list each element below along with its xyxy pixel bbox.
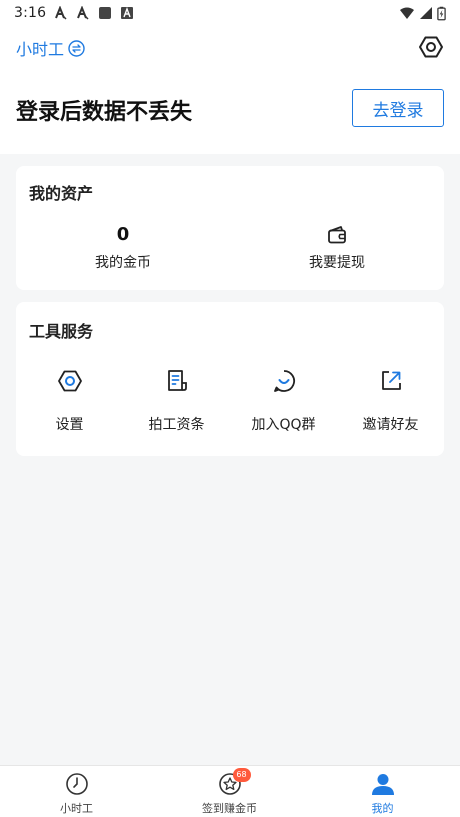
signal-icon [420, 7, 432, 19]
tool-invite[interactable]: 邀请好友 [337, 368, 444, 434]
notification-a-icon [55, 6, 67, 20]
payslip-icon [167, 370, 187, 391]
tab-mine[interactable]: 我的 [306, 766, 459, 817]
login-prompt: 登录后数据不丢失 [16, 100, 193, 125]
tab-label: 我的 [371, 802, 394, 815]
share-icon [381, 371, 401, 390]
tools-title: 工具服务 [29, 322, 94, 341]
coin-label: 我的金币 [95, 255, 151, 271]
header-section: 小时工 登录后数据不丢失 去登录 [0, 26, 460, 154]
withdraw-label: 我要提现 [309, 255, 365, 271]
tool-label: 加入QQ群 [251, 417, 316, 433]
tool-label: 邀请好友 [362, 417, 419, 433]
checkin-icon-wrap: 68 [218, 768, 251, 796]
coin-value: 0 [116, 224, 130, 245]
status-bar: 3:16 [0, 0, 460, 26]
assets-title: 我的资产 [29, 184, 94, 203]
bottom-tab-bar: 小时工 68 签到赚金币 我的 [0, 765, 460, 817]
tool-payslip[interactable]: 拍工资条 [123, 368, 230, 434]
tab-hourly-work[interactable]: 小时工 [0, 766, 153, 817]
login-button[interactable]: 去登录 [352, 89, 444, 127]
notification-square-icon [99, 7, 112, 19]
tool-qq-group[interactable]: 加入QQ群 [230, 368, 337, 434]
withdraw-item[interactable]: 我要提现 [230, 224, 444, 272]
tool-label: 设置 [55, 417, 84, 433]
assets-card: 我的资产 0 我的金币 我要提现 [16, 166, 444, 290]
battery-icon [437, 6, 446, 20]
notification-font-icon [121, 7, 134, 19]
settings-icon [57, 370, 82, 392]
tools-card: 工具服务 设置 拍工资条 加入QQ群 邀请好友 [16, 302, 444, 456]
tab-label: 小时工 [60, 802, 93, 815]
tab-checkin[interactable]: 68 签到赚金币 [153, 766, 306, 817]
status-time: 3:16 [14, 5, 47, 21]
wifi-icon [400, 7, 414, 19]
tool-label: 拍工资条 [148, 417, 205, 433]
clock-icon [65, 773, 88, 795]
wallet-icon [328, 226, 346, 244]
switch-icon [68, 39, 85, 57]
app-switcher[interactable]: 小时工 [16, 36, 85, 60]
tool-settings[interactable]: 设置 [16, 368, 123, 434]
checkin-badge: 68 [232, 768, 251, 782]
qq-chat-icon [273, 370, 295, 392]
tab-label: 签到赚金币 [202, 802, 257, 815]
user-icon [371, 774, 394, 795]
notification-a-icon [77, 6, 89, 20]
my-coins-item[interactable]: 0 我的金币 [16, 224, 230, 272]
app-name: 小时工 [16, 40, 65, 59]
settings-icon[interactable] [418, 34, 444, 60]
